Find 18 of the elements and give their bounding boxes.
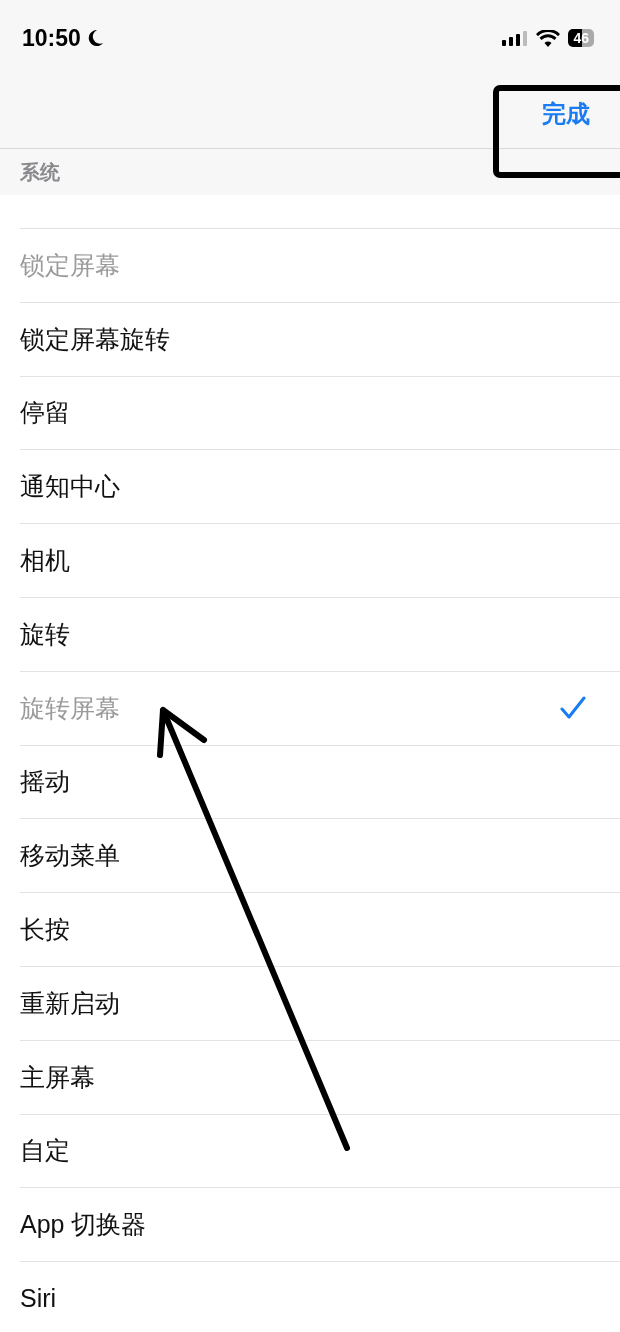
done-button[interactable]: 完成 [538,96,594,132]
list-item[interactable]: 自定 [20,1134,70,1168]
list-item[interactable]: 通知中心 [20,470,120,504]
wifi-icon [536,29,561,47]
list-item[interactable]: 长按 [20,913,70,947]
list-item[interactable]: 主屏幕 [20,1060,95,1094]
list-item[interactable]: Siri [20,1284,57,1314]
list-item[interactable]: 锁定屏幕旋转 [20,322,170,356]
status-time: 10:50 [22,24,81,52]
list-item[interactable]: 停留 [20,396,70,430]
list-item[interactable]: 移动菜单 [20,839,120,873]
list-item[interactable]: 重新启动 [20,986,120,1020]
section-header: 系统 [20,158,60,186]
list-item[interactable]: 旋转 [20,617,70,651]
list-item[interactable]: App 切换器 [20,1208,147,1242]
signal-icon [502,30,529,46]
list-item[interactable]: 摇动 [20,765,70,799]
list-item[interactable]: 相机 [20,544,70,578]
